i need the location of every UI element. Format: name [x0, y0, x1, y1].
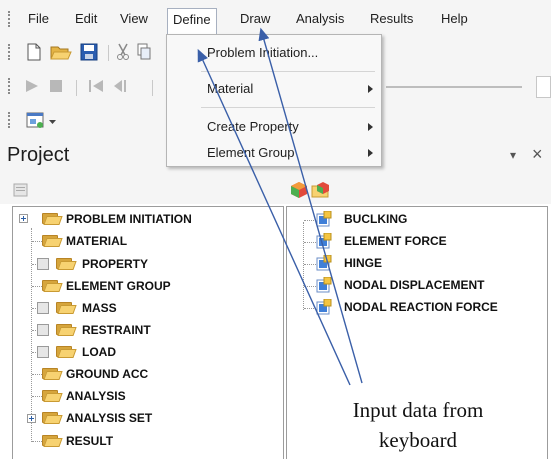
- annotation-arrows: [197, 27, 363, 386]
- annotation-line-1: Input data from: [352, 398, 484, 422]
- arrow-to-problem-initiation: [197, 48, 351, 386]
- arrow-to-draw-menu: [258, 27, 363, 384]
- annotation-line-2: keyboard: [378, 428, 458, 452]
